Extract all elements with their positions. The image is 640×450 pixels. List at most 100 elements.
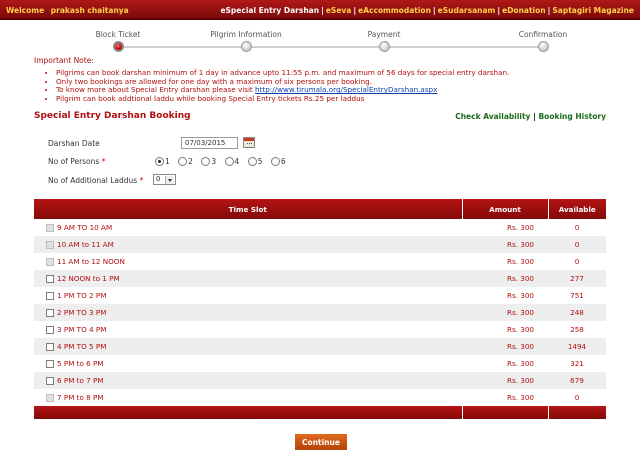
important-note-title: Important Note: [34,56,94,65]
nav-edonation[interactable]: eDonation [502,6,546,15]
step-dot-icon [241,41,252,52]
slot-checkbox[interactable] [46,377,54,385]
available-cell: 277 [548,270,606,287]
available-cell: 1494 [548,338,606,355]
required-mark: * [139,176,144,185]
slot-checkbox[interactable] [46,326,54,334]
persons-radio-4[interactable] [224,156,234,166]
slot-label: 1 PM TO 2 PM [57,291,107,300]
step-label: Payment [367,30,401,39]
required-mark: * [101,157,106,166]
slot-checkbox [46,394,54,402]
slot-checkbox[interactable] [46,275,54,283]
available-cell: 248 [548,304,606,321]
persons-option-label: 5 [257,156,263,166]
nav-separator: | [497,6,501,15]
persons-radio-5[interactable] [247,156,257,166]
welcome-label: Welcome [6,6,45,15]
step-payment: Payment [334,30,434,52]
table-row: 1 PM TO 2 PM Rs. 300 751 [34,287,606,304]
note-item: Pilgrim can book addtional laddu while b… [56,94,616,104]
available-cell: 0 [574,257,580,266]
laddus-selected-value: 0 [156,175,161,183]
nav-esudarsanam[interactable]: eSudarsanam [438,6,496,15]
calendar-icon[interactable] [243,137,255,148]
step-active-dot-icon [113,41,124,52]
table-row: 11 AM to 12 NOON Rs. 300 0 [34,253,606,270]
persons-radio-2[interactable] [178,156,188,166]
time-slot-header: Time Slot [34,199,463,219]
nav-special-entry-darshan[interactable]: eSpecial Entry Darshan [220,6,319,15]
special-entry-info-link[interactable]: http://www.tirumala.org/SpecialEntryDars… [255,85,437,94]
amount-cell: Rs. 300 [506,257,534,266]
laddus-select[interactable]: 0 [153,174,176,185]
persons-radio-1[interactable] [155,156,164,166]
slot-checkbox [46,241,54,249]
table-row: 9 AM TO 10 AM Rs. 300 0 [34,219,606,236]
slot-label: 7 PM to 8 PM [57,393,104,402]
step-label: Pilgrim Information [210,30,282,39]
available-cell: 321 [570,359,584,368]
available-cell: 751 [570,291,584,300]
amount-cell: Rs. 300 [506,291,534,300]
available-header: Available [548,199,606,219]
table-row: 10 AM to 11 AM Rs. 300 0 [34,236,606,253]
persons-radio-6[interactable] [270,156,280,166]
slot-label: 4 PM TO 5 PM [57,342,107,351]
slot-checkbox[interactable] [46,343,54,351]
time-slot-cell: 2 PM TO 3 PM [34,304,462,321]
table-header-row: Time Slot Amount Available [34,199,606,219]
persons-option-label: 6 [280,156,286,166]
slot-label: 5 PM to 6 PM [57,359,104,368]
top-bar: Welcome prakash chaitanya eSpecial Entry… [0,0,640,20]
amount-cell: Rs. 300 [506,359,534,368]
slot-checkbox[interactable] [46,360,54,368]
nav-separator: | [547,6,551,15]
amount-cell: Rs. 300 [462,372,548,389]
laddus-label-text: No of Additional Laddus [48,176,138,185]
table-row: 5 PM to 6 PM Rs. 300 321 [34,355,606,372]
amount-cell: Rs. 300 [462,304,548,321]
nav-separator: | [321,6,324,15]
amount-cell: Rs. 300 [506,325,534,334]
time-slot-cell: 1 PM TO 2 PM [34,287,462,304]
persons-option-label: 4 [234,156,240,166]
table-row: 3 PM TO 4 PM Rs. 300 258 [34,321,606,338]
important-notes-list: Pilgrims can book darshan minimum of 1 d… [56,68,616,104]
continue-button[interactable]: Continue [295,434,347,450]
persons-option-label: 3 [211,156,217,166]
step-label: Confirmation [518,30,568,39]
table-row: 7 PM to 8 PM Rs. 300 0 [34,389,606,406]
slot-checkbox[interactable] [46,292,54,300]
nav-eaccommodation[interactable]: eAccommodation [358,6,431,15]
slot-checkbox [46,224,54,232]
persons-radio-3[interactable] [201,156,211,166]
time-slot-cell: 11 AM to 12 NOON [34,253,462,270]
nav-eseva[interactable]: eSeva [326,6,352,15]
booking-history-link[interactable]: Booking History [538,112,606,121]
available-cell: 679 [548,372,606,389]
time-slot-rows: 9 AM TO 10 AM Rs. 300 0 10 AM to 11 AM Rs. 3… [34,219,606,406]
chevron-down-icon[interactable] [165,176,174,184]
persons-option-label: 2 [188,156,193,166]
time-slot-cell: 12 NOON to 1 PM [34,270,462,287]
step-confirmation: Confirmation [493,30,593,52]
step-block-ticket: Block Ticket [68,30,168,52]
slot-label: 2 PM TO 3 PM [57,308,107,317]
persons-option-label: 1 [165,156,170,166]
section-title: Special Entry Darshan Booking [34,111,191,121]
time-slot-cell: 4 PM TO 5 PM [34,338,462,355]
note-link-prefix: To know more about Special Entry darshan… [56,85,256,94]
slot-label: 10 AM to 11 AM [57,240,114,249]
time-slot-cell: 3 PM TO 4 PM [34,321,462,338]
nav-saptagiri-magazine[interactable]: Saptagiri Magazine [552,6,634,15]
check-availability-link[interactable]: Check Availability [455,112,530,121]
step-dot-icon [538,41,549,52]
step-pilgrim-information: Pilgrim Information [196,30,296,52]
slot-checkbox[interactable] [46,309,54,317]
darshan-date-input[interactable] [181,137,238,149]
amount-cell: Rs. 300 [462,236,548,253]
slot-label: 12 NOON to 1 PM [57,274,120,283]
persons-label: No of Persons * [48,157,105,166]
table-row: 4 PM TO 5 PM Rs. 300 1494 [34,338,606,355]
